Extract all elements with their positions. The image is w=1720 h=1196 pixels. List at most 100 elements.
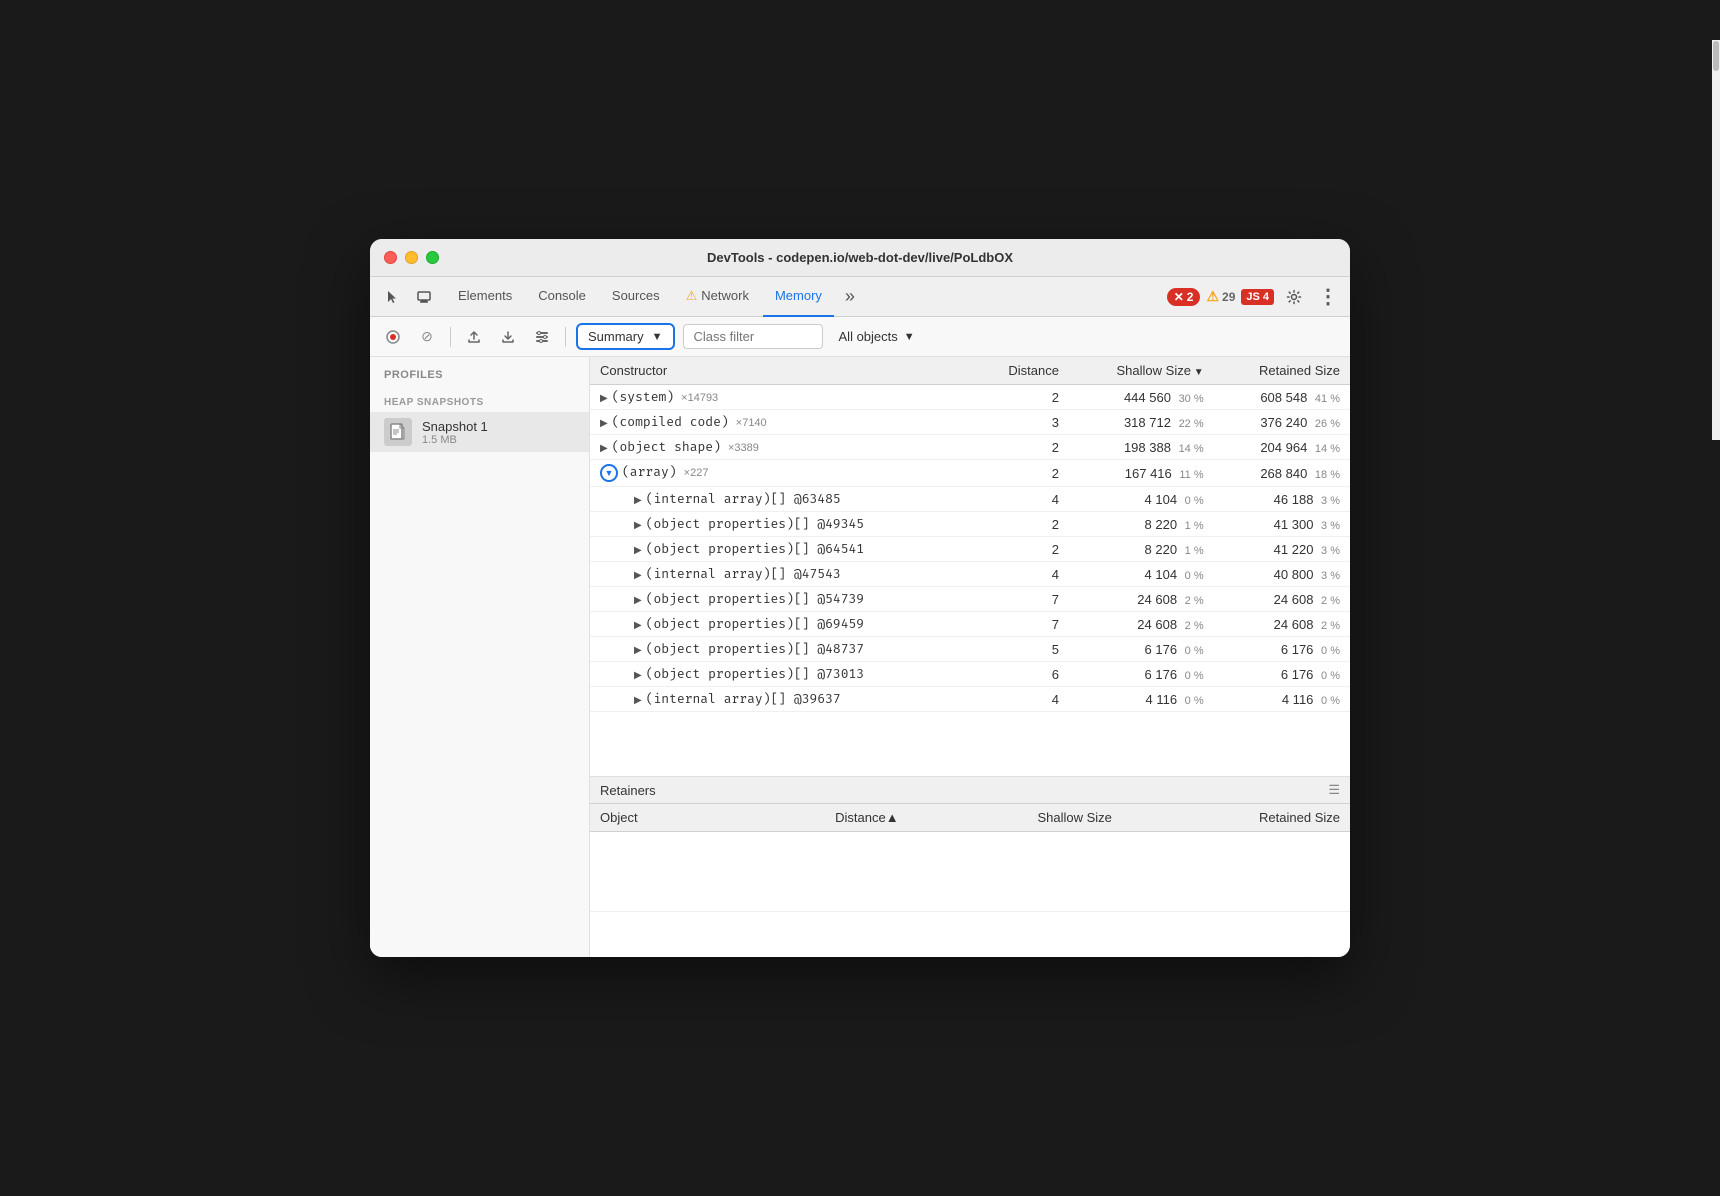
cell-distance: 2 (974, 435, 1069, 460)
expand-triangle-icon[interactable]: ▶ (634, 570, 642, 581)
more-tabs-icon[interactable]: » (836, 283, 864, 311)
title-bar: DevTools - codepen.io/web-dot-dev/live/P… (370, 239, 1350, 277)
cell-retained-size: 204 964 14 % (1214, 435, 1350, 460)
retained-pct: 3 % (1321, 570, 1340, 582)
table-row[interactable]: ▶(object properties)[] @4873756 176 0 %6… (590, 637, 1350, 662)
cell-constructor: ▶ (object properties)[] @69459 (590, 612, 974, 637)
cursor-icon[interactable] (378, 283, 406, 311)
js-error-badge[interactable]: JS 4 (1241, 289, 1274, 305)
cell-retained-size: 40 800 3 % (1214, 562, 1350, 587)
settings-icon[interactable] (1280, 283, 1308, 311)
record-icon[interactable] (380, 324, 406, 350)
expand-triangle-icon[interactable]: ▶ (634, 595, 642, 606)
ret-col-retained[interactable]: Retained Size (1122, 804, 1350, 832)
table-row[interactable]: ▶(system) ×147932444 560 30 %608 548 41 … (590, 385, 1350, 410)
cell-constructor: ▶(internal array)[] @47543 (590, 562, 974, 587)
snapshot-item[interactable]: Snapshot 1 1.5 MB (370, 412, 589, 452)
table-row[interactable]: ▶(internal array)[] @4754344 104 0 %40 8… (590, 562, 1350, 587)
clear-icon[interactable]: ⊘ (414, 324, 440, 350)
maximize-button[interactable] (426, 251, 439, 264)
table-row[interactable]: ▶(object properties)[] @6454128 220 1 %4… (590, 537, 1350, 562)
sidebar: Profiles HEAP SNAPSHOTS (370, 357, 590, 957)
table-row[interactable]: ▶(object properties)[] @69459724 608 2 %… (590, 612, 1350, 637)
constructor-name: (object properties)[] @69459 (646, 617, 864, 632)
minimize-button[interactable] (405, 251, 418, 264)
upload-icon[interactable] (461, 324, 487, 350)
expand-circle-icon[interactable]: ▼ (600, 464, 618, 482)
constructor-count: ×3389 (725, 442, 759, 454)
table-row[interactable]: ▼(array) ×2272167 416 11 %268 840 18 % (590, 460, 1350, 487)
cell-constructor: ▶ (object properties)[] @54739 (590, 587, 974, 612)
table-row[interactable]: ▶(object properties)[] @7301366 176 0 %6… (590, 662, 1350, 687)
retainers-table[interactable]: Object Distance▲ Shallow Size Retained S… (590, 804, 1350, 957)
cell-distance: 3 (974, 410, 1069, 435)
col-shallow[interactable]: Shallow Size (1069, 357, 1214, 385)
ret-col-object[interactable]: Object (590, 804, 720, 832)
table-row[interactable]: ▶(object properties)[] @4934528 220 1 %4… (590, 512, 1350, 537)
ret-col-shallow[interactable]: Shallow Size (909, 804, 1122, 832)
col-distance[interactable]: Distance (974, 357, 1069, 385)
summary-dropdown[interactable]: Summary ▼ (576, 323, 675, 350)
devtools-content: Elements Console Sources ⚠ Network Memor… (370, 277, 1350, 957)
warn-triangle-icon: ⚠ (1206, 288, 1219, 305)
table-row[interactable]: ▶(internal array)[] @3963744 116 0 %4 11… (590, 687, 1350, 712)
cell-shallow-size: 8 220 1 % (1069, 512, 1214, 537)
cell-shallow-size: 8 220 1 % (1069, 537, 1214, 562)
download-icon[interactable] (495, 324, 521, 350)
retained-pct: 3 % (1321, 545, 1340, 557)
expand-triangle-icon[interactable]: ▶ (600, 393, 608, 404)
expand-triangle-icon[interactable]: ▶ (634, 645, 642, 656)
constructor-count: ×7140 (733, 417, 767, 429)
tab-console[interactable]: Console (526, 277, 598, 317)
col-retained[interactable]: Retained Size (1214, 357, 1350, 385)
all-objects-dropdown[interactable]: All objects ▼ (831, 325, 923, 348)
more-options-icon[interactable]: ⋮ (1314, 283, 1342, 311)
retainers-menu-icon[interactable]: ☰ (1328, 782, 1340, 798)
expand-triangle-icon[interactable]: ▶ (634, 520, 642, 531)
expand-triangle-icon[interactable]: ▶ (634, 695, 642, 706)
retainers-header-row: Object Distance▲ Shallow Size Retained S… (590, 804, 1350, 832)
cell-distance: 6 (974, 662, 1069, 687)
table-row[interactable]: ▶(compiled code) ×71403318 712 22 %376 2… (590, 410, 1350, 435)
table-row[interactable]: ▶(internal array)[] @6348544 104 0 %46 1… (590, 487, 1350, 512)
constructor-name: (object shape) (612, 440, 721, 455)
constructor-name: (object properties)[] @54739 (646, 592, 864, 607)
error-badge[interactable]: ✕ 2 (1167, 288, 1201, 306)
table-header-row: Constructor Distance Shallow Size Retain… (590, 357, 1350, 385)
cell-distance: 7 (974, 587, 1069, 612)
filter-icon[interactable] (529, 324, 555, 350)
cell-shallow-size: 24 608 2 % (1069, 587, 1214, 612)
heap-table[interactable]: Constructor Distance Shallow Size Retain… (590, 357, 1350, 777)
cell-distance: 5 (974, 637, 1069, 662)
expand-triangle-icon[interactable]: ▶ (634, 545, 642, 556)
cell-constructor: ▶ (object properties)[] @49345 (590, 512, 974, 537)
cell-retained-size: 41 220 3 % (1214, 537, 1350, 562)
tab-elements[interactable]: Elements (446, 277, 524, 317)
expand-triangle-icon[interactable]: ▶ (600, 418, 608, 429)
constructor-name: (object properties)[] @49345 (646, 517, 864, 532)
shallow-pct: 0 % (1185, 695, 1204, 707)
tab-network[interactable]: ⚠ Network (674, 277, 761, 317)
ret-col-distance[interactable]: Distance▲ (720, 804, 909, 832)
shallow-pct: 14 % (1179, 443, 1204, 455)
tab-memory[interactable]: Memory (763, 277, 834, 317)
table-row[interactable]: ▶ (object shape) ×3389 2198 388 14 %204 96… (590, 435, 1350, 460)
cell-constructor: ▶(system) ×14793 (590, 385, 974, 410)
expand-triangle-icon[interactable]: ▶ (634, 495, 642, 506)
table-row[interactable]: ▶ (object properties)[] @54739 724 608 2 %… (590, 587, 1350, 612)
shallow-pct: 2 % (1185, 595, 1204, 607)
cell-retained-size: 6 176 0 % (1214, 662, 1350, 687)
constructor-name: (object properties)[] @48737 (646, 642, 864, 657)
expand-triangle-icon[interactable]: ▶ (634, 670, 642, 681)
expand-triangle-icon[interactable]: ▶ (634, 620, 642, 631)
cell-shallow-size: 198 388 14 % (1069, 435, 1214, 460)
all-objects-label: All objects (839, 329, 898, 344)
col-constructor[interactable]: Constructor (590, 357, 974, 385)
retained-pct: 14 % (1315, 443, 1340, 455)
tab-sources[interactable]: Sources (600, 277, 672, 317)
expand-triangle-icon[interactable]: ▶ (600, 443, 608, 454)
class-filter-input[interactable] (683, 324, 823, 349)
device-icon[interactable] (410, 283, 438, 311)
close-button[interactable] (384, 251, 397, 264)
warn-badge[interactable]: ⚠ 29 (1206, 288, 1235, 305)
